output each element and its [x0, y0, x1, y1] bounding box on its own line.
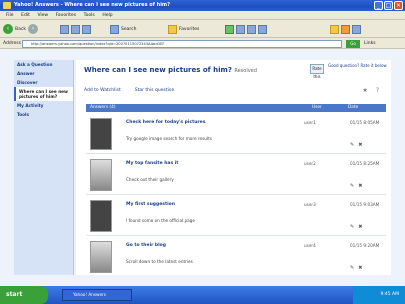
add-to-watchlist-link[interactable]: Add to Watchlist [84, 88, 121, 93]
edit-icon[interactable]: ✎ [350, 142, 354, 148]
answer-date: 01/15 9:03AM [350, 202, 380, 207]
edit-icon[interactable]: ✎ [350, 183, 354, 189]
address-input[interactable]: http://answers.yahoo.com/question/index?… [22, 40, 342, 48]
search-label[interactable]: Search [121, 27, 136, 32]
taskbar: start Yahoo! Answers 9:45 AM [0, 286, 405, 304]
answer-title[interactable]: My first suggestion [126, 202, 175, 207]
answer-date: 01/15 8:25AM [350, 161, 380, 166]
rate-badge[interactable]: Rate this [310, 64, 324, 79]
star-icon[interactable]: ★ [362, 87, 367, 94]
sidebar: Ask a Question Answer Discover Where can… [14, 60, 74, 275]
toolbar: ‹ Back › Search Favorites [0, 20, 405, 38]
question-status: Resolved [234, 68, 257, 74]
answer-date: 01/15 9:20AM [350, 243, 380, 248]
answer-snippet: Check out their gallery [126, 177, 174, 182]
close-button[interactable]: × [394, 1, 403, 10]
answer-thumbnail[interactable] [90, 118, 112, 150]
answer-title[interactable]: My top fansite has it [126, 161, 178, 166]
sidebar-item-answer[interactable]: Answer [14, 69, 73, 78]
maximize-button[interactable]: □ [384, 1, 393, 10]
menu-tools[interactable]: Tools [84, 11, 95, 20]
browser-window: Yahoo! Answers - Where can I see new pic… [0, 0, 405, 304]
delete-icon[interactable]: ✖ [358, 265, 362, 271]
list-item[interactable]: My top fansite has it Check out their ga… [86, 155, 386, 195]
search-icon[interactable] [110, 24, 119, 34]
answer-user[interactable]: user3 [304, 202, 316, 207]
answer-thumbnail[interactable] [90, 241, 112, 273]
menu-help[interactable]: Help [102, 11, 112, 20]
sidebar-item-current-question[interactable]: Where can I see new pictures of him? [14, 87, 73, 101]
question-actions: Add to Watchlist Star this question [84, 88, 174, 93]
browser-icon [3, 2, 11, 9]
list-item[interactable]: Go to their blog Scroll down to the late… [86, 237, 386, 275]
media-icon[interactable] [225, 24, 234, 34]
action-icons: ★ ? [362, 87, 379, 94]
forward-icon[interactable]: › [27, 24, 38, 34]
favorites-label[interactable]: Favorites [179, 27, 199, 32]
rate-text: Good question? Rate it below [328, 63, 387, 68]
answer-snippet: Scroll down to the latest entries [126, 259, 193, 264]
discuss-icon[interactable] [352, 24, 361, 34]
answer-title[interactable]: Check here for today's pictures [126, 120, 205, 125]
history-icon[interactable] [236, 24, 245, 34]
delete-icon[interactable]: ✖ [358, 224, 362, 230]
sidebar-item-my-activity[interactable]: My Activity [14, 101, 73, 110]
delete-icon[interactable]: ✖ [358, 183, 362, 189]
answer-snippet: I found some on the official page [126, 218, 195, 223]
header-user[interactable]: User [312, 104, 322, 112]
start-button[interactable]: start [0, 286, 48, 304]
sidebar-item-tools[interactable]: Tools [14, 110, 73, 119]
edit-icon[interactable]: ✎ [350, 224, 354, 230]
back-icon[interactable]: ‹ [3, 24, 13, 34]
answer-title[interactable]: Go to their blog [126, 243, 166, 248]
sidebar-item-ask[interactable]: Ask a Question [14, 60, 73, 69]
header-answers[interactable]: Answers (4) [90, 104, 116, 112]
answer-date: 01/15 8:05AM [350, 120, 380, 125]
print-icon[interactable] [258, 24, 267, 34]
question-title: Where can I see new pictures of him? Res… [84, 66, 257, 74]
mail-icon[interactable] [247, 24, 256, 34]
answer-user[interactable]: user1 [304, 120, 316, 125]
main-content: Where can I see new pictures of him? Res… [76, 60, 391, 275]
menu-bar: File Edit View Favorites Tools Help [0, 11, 405, 20]
stop-icon[interactable] [60, 24, 69, 34]
menu-favorites[interactable]: Favorites [56, 11, 76, 20]
sidebar-item-discover[interactable]: Discover [14, 78, 73, 87]
go-button[interactable]: Go [346, 40, 360, 48]
taskbar-item-browser[interactable]: Yahoo! Answers [62, 289, 132, 301]
question-title-text: Where can I see new pictures of him? [84, 66, 232, 74]
list-item[interactable]: Check here for today's pictures Try goog… [86, 114, 386, 154]
list-item[interactable]: My first suggestion I found some on the … [86, 196, 386, 236]
menu-file[interactable]: File [6, 11, 14, 20]
refresh-icon[interactable] [71, 24, 80, 34]
answer-user[interactable]: user4 [304, 243, 316, 248]
home-icon[interactable] [82, 24, 91, 34]
address-label: Address [3, 41, 21, 46]
edit-icon[interactable]: ✎ [350, 265, 354, 271]
address-bar: Address http://answers.yahoo.com/questio… [0, 38, 405, 49]
title-bar: Yahoo! Answers - Where can I see new pic… [0, 0, 405, 11]
menu-view[interactable]: View [37, 11, 48, 20]
messenger-icon[interactable] [341, 24, 350, 34]
answers-header: Answers (4) User Date [86, 104, 386, 112]
answer-snippet: Try google image search for more results [126, 136, 212, 141]
menu-edit[interactable]: Edit [21, 11, 30, 20]
links-label[interactable]: Links [364, 41, 376, 46]
header-date[interactable]: Date [348, 104, 358, 112]
help-icon[interactable]: ? [376, 87, 379, 94]
favorites-icon[interactable] [168, 24, 177, 34]
delete-icon[interactable]: ✖ [358, 142, 362, 148]
answer-thumbnail[interactable] [90, 159, 112, 191]
star-question-link[interactable]: Star this question [135, 88, 175, 93]
system-clock[interactable]: 9:45 AM [353, 286, 405, 304]
minimize-button[interactable]: _ [374, 1, 383, 10]
back-label[interactable]: Back [15, 27, 26, 32]
folder-icon[interactable] [330, 24, 339, 34]
answer-thumbnail[interactable] [90, 200, 112, 232]
window-title: Yahoo! Answers - Where can I see new pic… [14, 2, 171, 8]
answer-user[interactable]: user2 [304, 161, 316, 166]
